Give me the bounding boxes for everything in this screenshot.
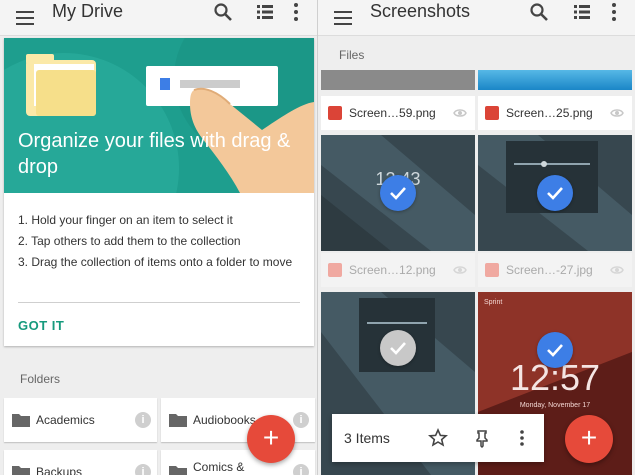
eye-icon[interactable]: [453, 107, 467, 119]
folder-name: Academics: [36, 413, 95, 427]
image-file-icon: [485, 263, 499, 277]
folder-icon: [12, 466, 30, 475]
image-file-icon: [328, 106, 342, 120]
star-icon[interactable]: [428, 428, 448, 448]
tip-step: 2. Tap others to add them to the collect…: [18, 234, 241, 248]
folder-item-academics[interactable]: Academics i: [4, 398, 157, 442]
file-name-bar: Screen…12.png: [321, 253, 475, 287]
page-title: My Drive: [52, 1, 123, 21]
file-name-bar: Screen…59.png: [321, 96, 475, 130]
file-tile-selected[interactable]: Screen…-27.jpg: [478, 135, 632, 287]
folder-icon: [12, 414, 30, 427]
file-tile[interactable]: Screen…59.png: [321, 70, 475, 131]
screenshots-folder-screen: Screenshots Files Screen…59.png Screen…2…: [318, 0, 635, 475]
eye-icon[interactable]: [610, 107, 624, 119]
folder-name: Audiobooks: [193, 413, 256, 427]
pin-icon[interactable]: [472, 428, 492, 448]
file-name: Screen…-27.jpg: [506, 263, 593, 277]
add-fab-button[interactable]: +: [565, 415, 613, 463]
tip-step: 3. Drag the collection of items onto a f…: [18, 255, 293, 269]
page-title: Screenshots: [370, 1, 471, 21]
tip-step: 1. Hold your finger on an item to select…: [18, 213, 233, 227]
tip-illustration: Organize your files with drag & drop: [4, 38, 314, 193]
drag-drop-tip-card: Organize your files with drag & drop 1. …: [4, 38, 314, 346]
my-drive-screen: My Drive Organize your files with drag &…: [0, 0, 317, 475]
search-icon[interactable]: [528, 1, 550, 23]
info-icon[interactable]: i: [135, 464, 151, 475]
thumbnail: [478, 70, 632, 90]
selected-check-icon[interactable]: [380, 175, 416, 211]
info-icon[interactable]: i: [293, 464, 309, 475]
search-icon[interactable]: [212, 1, 234, 23]
folder-icon: [169, 466, 187, 475]
tip-steps: 1. Hold your finger on an item to select…: [18, 210, 302, 273]
eye-icon[interactable]: [453, 264, 467, 276]
files-heading: Files: [339, 48, 365, 62]
folder-icon: [169, 414, 187, 427]
folder-item-backups[interactable]: Backups i: [4, 450, 157, 475]
folder-name: Backups: [36, 465, 83, 475]
folders-heading: Folders: [20, 372, 61, 386]
file-tile-selected[interactable]: 12:43 Screen…12.png: [321, 135, 475, 287]
tip-headline: Organize your files with drag & drop: [18, 130, 291, 178]
selection-action-bar: 3 Items: [332, 414, 544, 462]
image-file-icon: [485, 106, 499, 120]
add-fab-button[interactable]: +: [247, 415, 295, 463]
selected-check-icon[interactable]: [537, 175, 573, 211]
selected-check-icon[interactable]: [537, 332, 573, 368]
carrier-text: Sprint: [484, 299, 502, 306]
thumbnail: [321, 70, 475, 90]
unselected-check-icon[interactable]: [380, 330, 416, 366]
menu-icon[interactable]: [332, 9, 354, 27]
more-options-icon[interactable]: [603, 1, 625, 23]
folder-name: Comics &: [193, 460, 245, 474]
date-text: Monday, November 17: [520, 402, 590, 409]
app-bar: Screenshots: [318, 0, 635, 36]
selection-count: 3 Items: [344, 430, 390, 446]
list-view-icon[interactable]: [254, 1, 276, 23]
app-bar: My Drive: [0, 0, 317, 36]
folder-item-comics[interactable]: Comics & i: [161, 450, 315, 475]
eye-icon[interactable]: [610, 264, 624, 276]
list-view-icon[interactable]: [571, 1, 593, 23]
file-name-bar: Screen…25.png: [478, 96, 632, 130]
file-name: Screen…12.png: [349, 263, 436, 277]
info-icon[interactable]: i: [135, 412, 151, 428]
more-options-icon[interactable]: [285, 1, 307, 23]
got-it-button[interactable]: GOT IT: [18, 318, 64, 333]
image-file-icon: [328, 263, 342, 277]
info-icon[interactable]: i: [293, 412, 309, 428]
file-name-bar: Screen…-27.jpg: [478, 253, 632, 287]
more-options-icon[interactable]: [512, 428, 532, 448]
menu-icon[interactable]: [14, 9, 36, 27]
file-name: Screen…25.png: [506, 106, 593, 120]
card-divider: [18, 302, 300, 303]
file-tile[interactable]: Screen…25.png: [478, 70, 632, 131]
file-name: Screen…59.png: [349, 106, 436, 120]
